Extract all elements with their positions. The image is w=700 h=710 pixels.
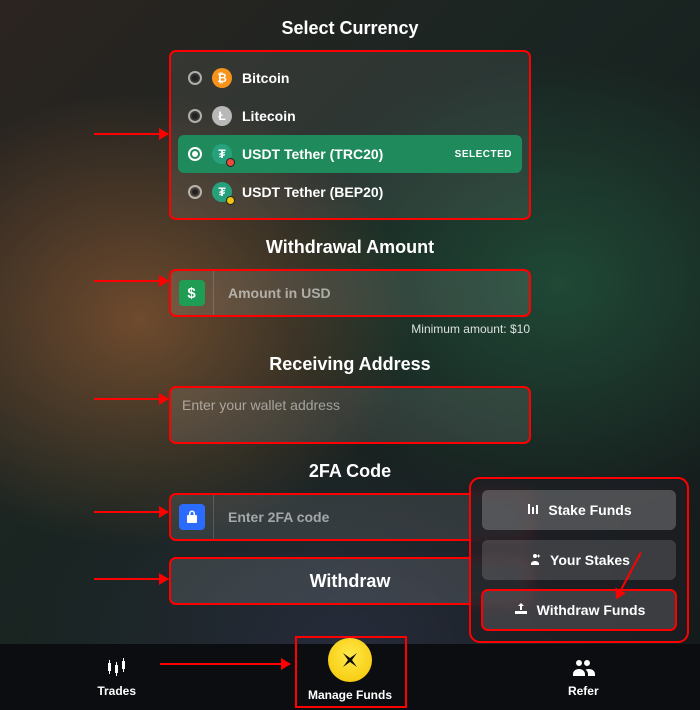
network-badge-icon [226,158,235,167]
radio-icon [188,147,202,161]
currency-option-bitcoin[interactable]: ₿ Bitcoin [178,59,522,97]
withdraw-icon [513,602,529,619]
nav-trades[interactable]: Trades [0,644,233,710]
tether-icon: ₮ [212,182,232,202]
lock-icon-wrap [170,494,214,540]
network-badge-icon [226,196,235,205]
radio-icon [188,109,202,123]
currency-option-usdt-trc20[interactable]: ₮ USDT Tether (TRC20) SELECTED [178,135,522,173]
nav-label: Trades [97,684,136,698]
currency-list: ₿ Bitcoin Ł Litecoin ₮ USDT Tether (TRC2… [170,51,530,219]
annotation-arrow [94,398,168,400]
candlestick-icon [106,656,128,680]
amount-input[interactable] [214,270,530,316]
your-stakes-button[interactable]: Your Stakes [482,540,676,580]
section-title-currency: Select Currency [170,18,530,39]
minimum-amount-label: Minimum amount: $10 [170,322,530,336]
annotation-arrow [94,280,168,282]
stake-funds-button[interactable]: Stake Funds [482,490,676,530]
manage-funds-icon [328,638,372,682]
annotation-arrow [94,511,168,513]
dollar-icon-wrap: $ [170,270,214,316]
currency-option-usdt-bep20[interactable]: ₮ USDT Tether (BEP20) [178,173,522,211]
annotation-arrow [94,133,168,135]
tether-icon: ₮ [212,144,232,164]
address-input-wrap [170,387,530,443]
withdraw-funds-button[interactable]: Withdraw Funds [482,590,676,630]
currency-label: USDT Tether (BEP20) [242,184,383,200]
stake-icon [526,502,540,519]
funds-popup: Stake Funds Your Stakes Withdraw Funds [470,478,688,642]
address-input[interactable] [182,397,518,433]
bitcoin-icon: ₿ [212,68,232,88]
lock-icon [179,504,205,530]
person-icon [528,552,542,569]
nav-manage-funds[interactable]: Manage Funds [233,644,466,710]
litecoin-icon: Ł [212,106,232,126]
currency-label: Bitcoin [242,70,289,86]
amount-input-row: $ [170,270,530,316]
nav-label: Refer [568,684,599,698]
radio-icon [188,71,202,85]
bottom-nav: Trades Manage Funds Refer [0,644,700,710]
section-title-address: Receiving Address [170,354,530,375]
people-icon [571,656,595,680]
selected-badge: SELECTED [455,149,512,160]
dollar-icon: $ [179,280,205,306]
nav-label: Manage Funds [308,688,392,702]
currency-option-litecoin[interactable]: Ł Litecoin [178,97,522,135]
annotation-arrow [94,578,168,580]
nav-refer[interactable]: Refer [467,644,700,710]
annotation-arrow [160,663,290,665]
radio-icon [188,185,202,199]
section-title-amount: Withdrawal Amount [170,237,530,258]
currency-label: USDT Tether (TRC20) [242,146,383,162]
currency-label: Litecoin [242,108,296,124]
